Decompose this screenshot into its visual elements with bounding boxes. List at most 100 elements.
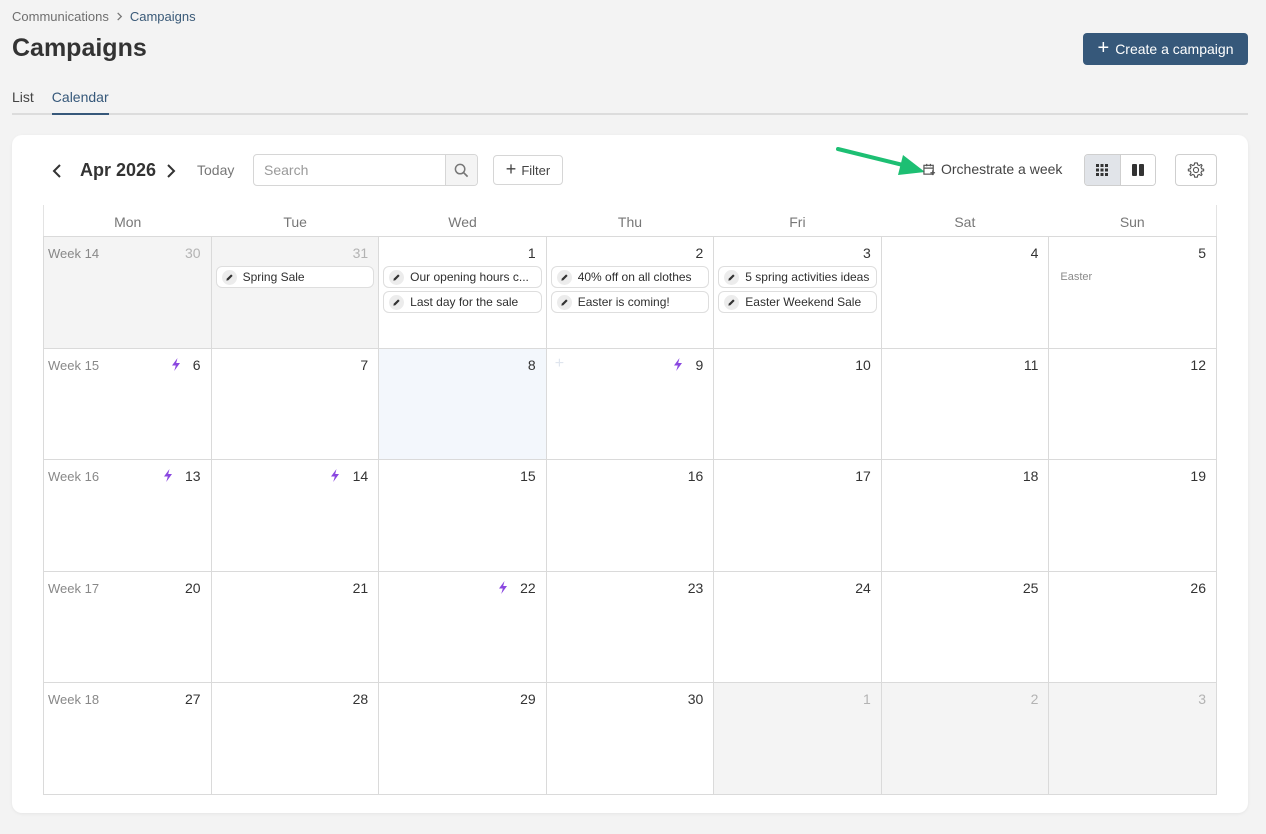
calendar-day-cell[interactable]: 25 (881, 571, 1050, 684)
campaign-event[interactable]: 5 spring activities ideas (718, 266, 877, 288)
calendar-day-cell[interactable]: 22 (379, 571, 547, 684)
search-input[interactable] (254, 155, 445, 185)
day-number: 23 (687, 579, 704, 596)
lightning-bolt-icon[interactable] (330, 469, 340, 483)
lightning-bolt-icon[interactable] (498, 580, 508, 594)
calendar-day-cell[interactable]: 11 (881, 348, 1050, 461)
campaign-event-title: Our opening hours c... (410, 270, 529, 284)
campaign-event[interactable]: 40% off on all clothes (550, 266, 710, 288)
lightning-bolt-icon[interactable] (163, 469, 173, 483)
week-number-label: Week 18 (48, 692, 100, 708)
day-number: 19 (1190, 468, 1206, 485)
calendar-weeks: Week 14 30 31 Spring Sale 1 Our opening hours… (43, 236, 1217, 795)
calendar-day-cell[interactable]: Week 16 13 (44, 460, 212, 572)
calendar-day-cell[interactable]: 16 (546, 460, 715, 572)
calendar-day-cell[interactable]: 23 (546, 571, 715, 684)
lightning-bolt-icon[interactable] (171, 357, 181, 371)
calendar-day-cell[interactable]: 1 Our opening hours c... Last day for the … (379, 237, 547, 349)
day-number: 8 (527, 356, 536, 373)
calendar-day-cell[interactable]: 28 (211, 683, 380, 795)
holiday-label: Easter (1060, 271, 1093, 283)
columns-view-button[interactable] (1119, 155, 1155, 185)
calendar-day-cell[interactable]: 3 (1049, 683, 1217, 795)
calendar-day-cell[interactable]: 21 (211, 571, 380, 684)
calendar-week-row: Week 18 27 28 29 30 1 2 3 (44, 683, 1217, 795)
weekday-sat: Sat (954, 214, 976, 230)
current-month: Apr 2026 (80, 160, 157, 180)
plus-icon: + (1097, 37, 1110, 59)
calendar-day-cell[interactable]: 24 (714, 571, 882, 684)
campaign-event[interactable]: Last day for the sale (383, 291, 542, 313)
breadcrumb: Communications Campaigns (12, 9, 196, 24)
pencil-icon (556, 269, 572, 285)
calendar-day-cell[interactable]: 29 (379, 683, 547, 795)
month-grid-view-button[interactable] (1085, 155, 1120, 185)
search-icon (454, 163, 469, 177)
add-campaign-plus-icon[interactable]: + (555, 355, 564, 373)
calendar-day-cell[interactable]: 14 (211, 460, 380, 572)
calendar-day-cell[interactable]: 31 Spring Sale (211, 237, 380, 349)
calendar-day-cell[interactable]: 7 (211, 348, 380, 461)
calendar-day-cell[interactable]: 15 (379, 460, 547, 572)
day-events: Spring Sale (215, 266, 375, 288)
pencil-icon (556, 294, 572, 310)
orchestrate-week-button[interactable]: Orchestrate a week (923, 161, 1062, 177)
day-number: 16 (687, 468, 704, 485)
calendar-day-cell[interactable]: 10 (714, 348, 882, 461)
campaign-event-title: Easter Weekend Sale (745, 295, 862, 309)
pencil-icon (389, 294, 405, 310)
filter-button[interactable]: + Filter (493, 155, 563, 185)
campaign-event[interactable]: Our opening hours c... (383, 266, 542, 288)
previous-month-icon[interactable] (49, 162, 67, 180)
campaign-event[interactable]: Spring Sale (215, 266, 375, 288)
calendar-week-row: Week 16 13 14 15 16 17 18 19 (44, 460, 1217, 572)
day-number: 10 (855, 356, 871, 373)
calendar-day-cell[interactable]: 18 (881, 460, 1050, 572)
month-calendar: Mon Tue Wed Thu Fri Sat Sun Week 14 30 31 Spring … (43, 205, 1217, 795)
day-number: 11 (1023, 356, 1039, 373)
calendar-day-cell[interactable]: 4 (881, 237, 1050, 349)
calendar-day-cell[interactable]: Week 17 20 (44, 571, 212, 684)
breadcrumb-current: Campaigns (129, 9, 196, 24)
calendar-day-cell[interactable]: 26 (1049, 571, 1217, 684)
calendar-day-cell[interactable]: 5 Easter (1049, 237, 1217, 349)
today-button[interactable]: Today (197, 162, 234, 178)
gear-icon (1187, 162, 1205, 178)
calendar-day-cell[interactable]: 1 (714, 683, 882, 795)
day-number: 6 (192, 356, 201, 373)
tab-calendar[interactable]: Calendar (51, 88, 109, 115)
day-number: 9 (695, 356, 704, 373)
next-month-icon[interactable] (161, 162, 179, 180)
breadcrumb-communications-link[interactable]: Communications (12, 9, 109, 24)
create-campaign-button[interactable]: + Create a campaign (1083, 33, 1248, 65)
week-number-label: Week 17 (48, 580, 100, 596)
day-number: 17 (855, 468, 871, 485)
day-number: 1 (863, 691, 871, 708)
calendar-day-cell[interactable]: Week 14 30 (44, 237, 212, 349)
calendar-day-cell[interactable]: 2 40% off on all clothes Easter is coming! (546, 237, 715, 349)
search-button[interactable] (445, 155, 477, 185)
day-number: 3 (863, 245, 871, 261)
calendar-day-cell[interactable]: 30 (546, 683, 715, 795)
campaign-event[interactable]: Easter Weekend Sale (718, 291, 877, 313)
calendar-day-cell[interactable]: 3 5 spring activities ideas Easter Weekend… (714, 237, 882, 349)
lightning-bolt-icon[interactable] (673, 357, 683, 371)
calendar-day-cell[interactable]: 12 (1049, 348, 1217, 461)
settings-button[interactable] (1175, 154, 1217, 186)
calendar-day-cell[interactable]: 8 (379, 348, 547, 461)
calendar-day-cell[interactable]: Week 15 6 (44, 348, 212, 461)
calendar-day-cell[interactable]: +9 (546, 348, 715, 461)
calendar-day-cell[interactable]: Week 18 27 (44, 683, 212, 795)
day-events: Our opening hours c... Last day for the s… (383, 266, 542, 313)
view-tabs: List Calendar (12, 88, 1248, 115)
calendar-day-cell[interactable]: 17 (714, 460, 882, 572)
calendar-day-cell[interactable]: 2 (881, 683, 1050, 795)
campaign-event[interactable]: Easter is coming! (550, 291, 710, 313)
day-number: 15 (520, 468, 536, 485)
day-events: 5 spring activities ideas Easter Weekend … (718, 266, 877, 313)
campaign-event-title: Spring Sale (242, 270, 305, 284)
day-number: 21 (352, 579, 369, 596)
tab-list[interactable]: List (12, 88, 34, 115)
weekday-thu: Thu (617, 214, 643, 230)
calendar-day-cell[interactable]: 19 (1049, 460, 1217, 572)
